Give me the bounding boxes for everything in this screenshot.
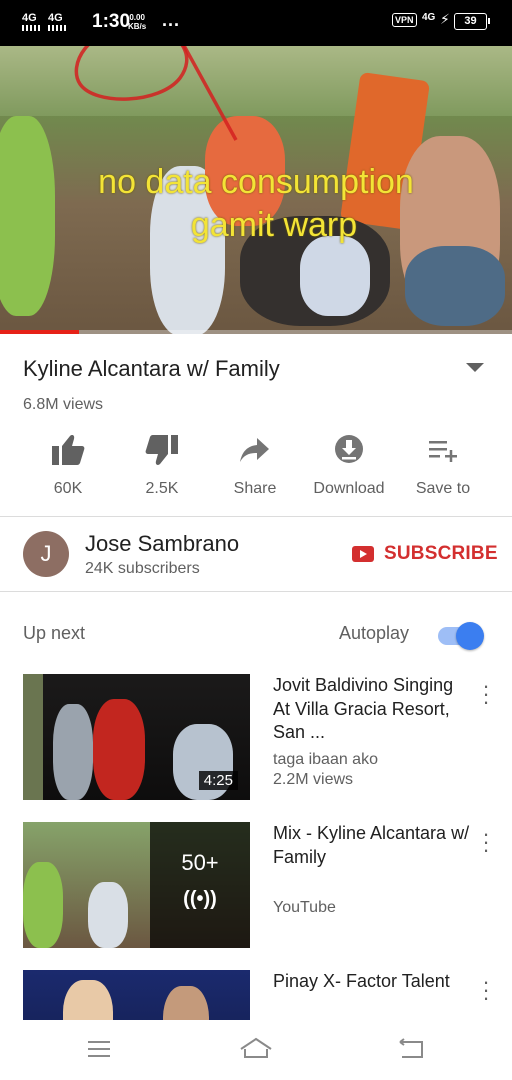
signal-icon bbox=[22, 25, 40, 31]
channel-avatar[interactable]: J bbox=[23, 531, 69, 577]
share-label: Share bbox=[233, 480, 277, 497]
thumbnail-person-shape bbox=[63, 980, 113, 1020]
video-person-shape bbox=[405, 246, 505, 326]
more-options-icon[interactable]: · · · bbox=[478, 971, 494, 1009]
up-next-video-item[interactable]: 50+ ((•)) Mix - Kyline Alcantara w/ Fami… bbox=[0, 822, 512, 950]
clock: 1:30 bbox=[92, 11, 131, 32]
dislike-button[interactable]: 2.5K bbox=[112, 430, 212, 498]
download-icon bbox=[335, 435, 363, 463]
video-player[interactable]: no data consumption gamit warp bbox=[0, 46, 512, 334]
thumbnail-person-shape bbox=[53, 704, 93, 800]
video-title[interactable]: Mix - Kyline Alcantara w/ Family bbox=[273, 822, 473, 869]
autoplay-toggle[interactable] bbox=[438, 622, 484, 650]
video-channel: taga ibaan ako bbox=[273, 751, 378, 768]
channel-name[interactable]: Jose Sambrano bbox=[85, 531, 239, 557]
video-views: 2.2M views bbox=[273, 771, 354, 788]
status-bar: 4G 4G 1:30 0.00 KB/s ... VPN 4G ⚡ 39 bbox=[0, 0, 512, 46]
video-progress-fill bbox=[0, 330, 80, 334]
mix-overlay: 50+ ((•)) bbox=[150, 822, 250, 948]
subscribe-label: SUBSCRIBE bbox=[384, 543, 498, 564]
video-channel: YouTube bbox=[273, 899, 336, 916]
save-to-button[interactable]: Save to bbox=[393, 430, 493, 498]
more-notifications-icon: ... bbox=[162, 10, 181, 30]
video-overlay-text-2: gamit warp bbox=[190, 206, 358, 244]
menu-icon[interactable] bbox=[86, 1036, 114, 1062]
mix-thumbnail[interactable]: 50+ ((•)) bbox=[23, 822, 250, 948]
subscriber-count: 24K subscribers bbox=[85, 560, 200, 577]
battery-icon: 39 bbox=[454, 13, 490, 30]
video-duration: 4:25 bbox=[198, 771, 238, 790]
video-progress-bar[interactable] bbox=[0, 330, 512, 334]
thumbs-up-icon bbox=[52, 435, 85, 465]
up-next-video-item[interactable]: Pinay X- Factor Talent · · · bbox=[0, 970, 512, 1020]
video-overlay-text-1: no data consumption bbox=[98, 163, 414, 201]
divider bbox=[0, 591, 512, 592]
system-navigation-bar bbox=[0, 1020, 512, 1080]
video-actions: 60K 2.5K Share Download Save to bbox=[0, 430, 512, 508]
video-baby-shape bbox=[300, 236, 370, 316]
more-options-icon[interactable]: · · · bbox=[478, 675, 494, 713]
chevron-down-icon[interactable] bbox=[466, 363, 484, 372]
thumbnail-person-shape bbox=[163, 986, 209, 1020]
save-to-label: Save to bbox=[415, 480, 471, 497]
network-indicator-3: 4G bbox=[422, 12, 436, 23]
autoplay-toggle-knob bbox=[456, 622, 484, 650]
network-indicator: 4G bbox=[22, 12, 37, 24]
home-icon[interactable] bbox=[238, 1036, 274, 1062]
network-speed-unit: KB/s bbox=[128, 22, 147, 31]
video-background-sky bbox=[0, 46, 512, 116]
thumbnail-person-shape bbox=[88, 882, 128, 948]
network-speed-value: 0.00 bbox=[129, 13, 145, 22]
playlist-add-icon bbox=[429, 441, 457, 462]
charging-icon: ⚡ bbox=[440, 11, 450, 27]
share-icon bbox=[240, 438, 269, 462]
mix-broadcast-icon: ((•)) bbox=[183, 888, 217, 910]
mix-count: 50+ bbox=[181, 850, 219, 875]
like-count: 60K bbox=[53, 480, 83, 497]
thumbnail-person-shape bbox=[93, 699, 145, 800]
more-options-icon[interactable]: · · · bbox=[478, 823, 494, 861]
view-count: 6.8M views bbox=[23, 396, 104, 413]
autoplay-label: Autoplay bbox=[339, 623, 410, 643]
thumbnail-person-shape bbox=[23, 862, 63, 948]
download-label: Download bbox=[313, 480, 385, 497]
video-title: Kyline Alcantara w/ Family bbox=[23, 356, 280, 381]
video-thumbnail[interactable] bbox=[23, 970, 250, 1020]
youtube-play-icon bbox=[352, 546, 374, 562]
vpn-icon: VPN bbox=[392, 13, 417, 27]
network-speed: 0.00 KB/s bbox=[128, 13, 146, 31]
download-button[interactable]: Download bbox=[299, 430, 399, 498]
thumbnail-shape bbox=[23, 674, 43, 800]
dislike-count: 2.5K bbox=[145, 480, 179, 497]
signal-icon-2 bbox=[48, 25, 66, 31]
video-title[interactable]: Pinay X- Factor Talent bbox=[273, 970, 473, 994]
back-icon[interactable] bbox=[396, 1036, 426, 1062]
thumbs-down-icon bbox=[145, 435, 178, 465]
up-next-label: Up next bbox=[23, 623, 86, 643]
network-indicator-2: 4G bbox=[48, 12, 63, 24]
up-next-video-item[interactable]: 4:25 Jovit Baldivino Singing At Villa Gr… bbox=[0, 674, 512, 802]
share-button[interactable]: Share bbox=[205, 430, 305, 498]
video-thumbnail[interactable]: 4:25 bbox=[23, 674, 250, 800]
subscribe-button[interactable]: SUBSCRIBE bbox=[352, 541, 498, 567]
video-title[interactable]: Jovit Baldivino Singing At Villa Gracia … bbox=[273, 674, 473, 745]
divider bbox=[0, 516, 512, 517]
like-button[interactable]: 60K bbox=[18, 430, 118, 498]
